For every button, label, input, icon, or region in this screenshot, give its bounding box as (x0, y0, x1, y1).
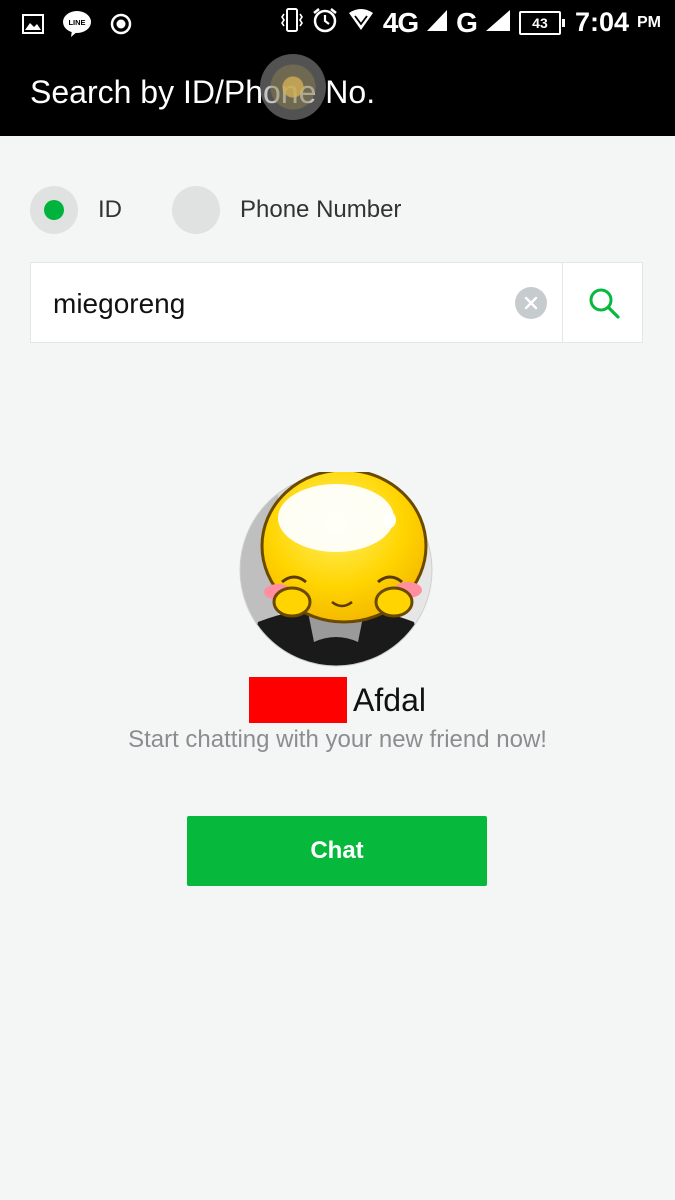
friend-name-row: Afdal (0, 676, 675, 724)
app-bar: Search by ID/Phone No. (0, 48, 675, 136)
radio-option-phone-number[interactable]: Phone Number (172, 184, 401, 236)
clock-ampm: PM (637, 13, 661, 31)
status-bar-right: 4G G 43 7:04 PM (280, 6, 661, 39)
search-box (30, 262, 643, 343)
avatar[interactable] (238, 468, 434, 668)
network-4g-label: 4G (382, 6, 419, 38)
radio-button-selected[interactable] (30, 186, 78, 234)
status-bar-left: LINE (22, 10, 132, 43)
vibrate-icon (280, 6, 303, 39)
alarm-icon (311, 6, 339, 39)
clock-time: 7:04 (574, 7, 629, 37)
status-bar: LINE 4G G 43 7:04 PM (0, 0, 675, 48)
clear-search-button[interactable] (515, 287, 547, 319)
signal-icon (426, 8, 448, 37)
clear-icon (524, 296, 538, 310)
svg-text:LINE: LINE (68, 18, 85, 27)
search-icon (589, 288, 620, 319)
record-icon (110, 13, 132, 40)
search-type-selector: ID Phone Number (30, 184, 650, 236)
result-message: Start chatting with your new friend now! (128, 726, 547, 753)
gallery-icon (22, 14, 44, 39)
radio-option-id[interactable]: ID (30, 184, 122, 236)
radio-label-id: ID (98, 196, 122, 223)
search-input[interactable] (51, 281, 505, 327)
battery-icon: 43 (518, 10, 565, 35)
search-divider (562, 263, 563, 342)
vowifi-icon (347, 8, 375, 37)
search-button[interactable] (571, 280, 637, 326)
redaction-block (249, 677, 348, 723)
line-app-icon: LINE (62, 10, 92, 43)
friend-name: Afdal (353, 681, 426, 718)
chat-button[interactable]: Chat (187, 816, 487, 886)
radio-selected-dot (44, 200, 64, 220)
network-g-label: G (456, 6, 478, 38)
signal-icon (485, 8, 511, 37)
radio-button-unselected[interactable] (172, 186, 220, 234)
radio-label-phone-number: Phone Number (240, 196, 402, 223)
touch-indicator (260, 54, 326, 120)
